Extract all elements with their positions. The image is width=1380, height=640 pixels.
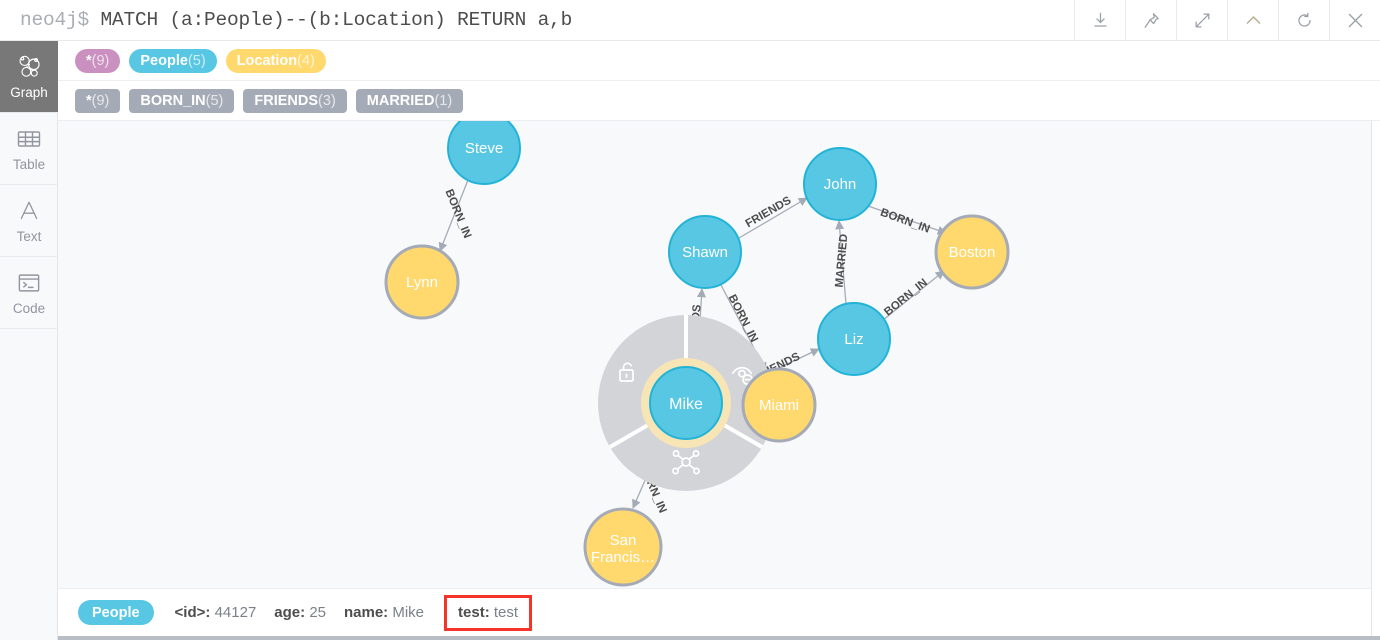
pin-button[interactable] (1125, 0, 1176, 41)
text-icon (15, 197, 43, 225)
graph-icon (15, 53, 43, 81)
legend-chip-location[interactable]: Location (4) (225, 48, 326, 73)
refresh-button[interactable] (1278, 0, 1329, 41)
sidebar-item-label: Text (16, 229, 42, 245)
graph-node-boston[interactable]: Boston (934, 214, 1010, 290)
legend-chip-count: (9) (91, 52, 110, 69)
graph-node-san-francisco[interactable]: San Francis… (583, 507, 663, 587)
expand-icon (1193, 11, 1212, 30)
frame-action-buttons (1074, 0, 1380, 41)
sidebar-item-graph[interactable]: Graph (0, 41, 58, 113)
query-prompt: neo4j$ (20, 9, 90, 31)
legend-chip-people[interactable]: People (5) (129, 48, 217, 73)
legend-chip-label: MARRIED (366, 92, 435, 109)
download-icon (1091, 11, 1110, 30)
query-text[interactable]: neo4j$ MATCH (a:People)--(b:Location) RE… (0, 9, 572, 31)
property-value: 25 (309, 604, 326, 621)
graph-node-steve[interactable]: Steve (447, 121, 521, 185)
relationship-type-legend: * (9) BORN_IN (5) FRIENDS (3) MARRIED (1) (58, 81, 1380, 121)
legend-chip-count: (4) (297, 52, 315, 69)
close-button[interactable] (1329, 0, 1380, 41)
graph-node-shawn[interactable]: Shawn (668, 215, 742, 289)
close-icon (1345, 10, 1366, 31)
refresh-icon (1295, 11, 1314, 30)
property-value: Mike (392, 604, 425, 621)
graph-visualization[interactable]: BORN_IN FRIENDS BORN_IN MARRIED BORN_IN … (58, 121, 1372, 588)
legend-chip-count: (3) (318, 92, 336, 109)
property-name: name: Mike (344, 604, 424, 621)
sidebar-item-label: Code (12, 301, 46, 317)
chevron-up-icon (1243, 10, 1264, 31)
sidebar-item-label: Table (12, 157, 46, 173)
view-sidebar: Graph Table Text Code (0, 41, 58, 640)
legend-chip-all-rels[interactable]: * (9) (75, 88, 121, 113)
graph-node-liz[interactable]: Liz (817, 302, 891, 376)
property-age: age: 25 (274, 604, 326, 621)
inspector-label-chip[interactable]: People (78, 600, 154, 625)
sidebar-item-text[interactable]: Text (0, 185, 58, 257)
legend-chip-born-in[interactable]: BORN_IN (5) (129, 88, 235, 113)
graph-svg[interactable]: BORN_IN FRIENDS BORN_IN MARRIED BORN_IN … (58, 121, 1372, 588)
property-value: test (493, 603, 519, 621)
sidebar-item-code[interactable]: Code (0, 257, 58, 329)
code-icon (15, 269, 43, 297)
legend-chip-label: People (140, 52, 188, 69)
node-label-legend: * (9) People (5) Location (4) (58, 41, 1380, 81)
neo4j-browser-result-frame: neo4j$ MATCH (a:People)--(b:Location) RE… (0, 0, 1380, 640)
graph-node-lynn[interactable]: Lynn (384, 244, 460, 320)
edge-label-born_in: BORN_IN (882, 277, 930, 319)
fullscreen-button[interactable] (1176, 0, 1227, 41)
pin-icon (1142, 11, 1161, 30)
collapse-button[interactable] (1227, 0, 1278, 41)
legend-chip-label: FRIENDS (254, 92, 319, 109)
edge-label-born_in: BORN_IN (879, 207, 932, 236)
property-test: test: test (444, 594, 533, 631)
legend-chip-label: Location (236, 52, 298, 69)
legend-chip-label: BORN_IN (140, 92, 206, 109)
property-key: age: (274, 604, 306, 621)
edge-label-friends: FRIENDS (744, 194, 794, 230)
property-key: <id>: (174, 604, 211, 621)
sidebar-item-table[interactable]: Table (0, 113, 58, 185)
property-value: 44127 (214, 604, 257, 621)
property-inspector: People <id>: 44127 age: 25 name: Mike te… (58, 588, 1372, 636)
edge-label-married: MARRIED (834, 233, 851, 288)
query-bar: neo4j$ MATCH (a:People)--(b:Location) RE… (0, 0, 1380, 41)
legend-chip-count: (9) (91, 92, 110, 109)
legend-chip-count: (5) (187, 52, 206, 69)
legend-chip-friends[interactable]: FRIENDS (3) (243, 88, 347, 113)
sidebar-item-label: Graph (10, 85, 48, 101)
table-icon (15, 125, 43, 153)
property-key: name: (344, 604, 389, 621)
graph-node-john[interactable]: John (803, 147, 877, 221)
legend-chip-count: (1) (434, 92, 453, 109)
property-key: test: (458, 603, 490, 621)
query-statement: MATCH (a:People)--(b:Location) RETURN a,… (100, 9, 573, 31)
property-id: <id>: 44127 (175, 604, 257, 621)
legend-chip-count: (5) (205, 92, 224, 109)
graph-node-mike[interactable]: Mike (641, 358, 731, 448)
graph-node-miami[interactable]: Miami (741, 367, 817, 443)
legend-chip-married[interactable]: MARRIED (1) (355, 88, 464, 113)
legend-chip-all-nodes[interactable]: * (9) (75, 48, 121, 73)
download-button[interactable] (1074, 0, 1125, 41)
